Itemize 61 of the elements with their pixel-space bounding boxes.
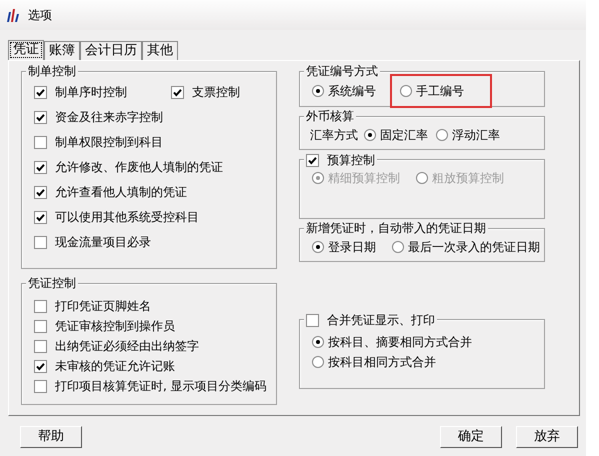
checkbox-option[interactable]: 出纳凭证必须经由出纳签字	[32, 337, 201, 355]
tab[interactable]: 账簿	[44, 41, 80, 60]
checkbox-option[interactable]: 预算控制	[304, 151, 377, 169]
radio-option[interactable]: 浮动汇率	[434, 126, 502, 144]
checkbox-option[interactable]: 支票控制	[169, 83, 242, 101]
radio-option[interactable]: 最后一次录入的凭证日期	[390, 238, 542, 256]
checkbox-option[interactable]: 凭证审核控制到操作员	[32, 317, 177, 335]
group-title: 新增凭证时，自动带入的凭证日期	[304, 220, 488, 236]
checkbox[interactable]	[306, 314, 319, 326]
checkbox[interactable]	[34, 236, 47, 248]
radio-button[interactable]	[364, 129, 376, 141]
dialog-button[interactable]: 帮助	[20, 426, 82, 448]
tab[interactable]: 会计日历	[80, 41, 142, 60]
checkbox-option[interactable]: 资金及往来赤字控制	[32, 108, 165, 126]
checkbox[interactable]	[34, 110, 47, 124]
checkbox[interactable]	[34, 86, 47, 98]
checkbox-option[interactable]: 允许查看他人填制的凭证	[32, 183, 189, 201]
checkbox[interactable]	[171, 86, 184, 98]
dialog-button[interactable]: 确定	[440, 426, 502, 448]
checkbox[interactable]	[34, 300, 47, 312]
checkbox[interactable]	[34, 340, 47, 352]
checkbox-option[interactable]: 制单序时控制	[32, 83, 129, 101]
tab[interactable]: 其他	[142, 41, 178, 60]
checkbox-option[interactable]: 打印项目核算凭证时, 显示项目分类编码	[32, 377, 269, 395]
radio-option[interactable]: 系统编号	[310, 82, 378, 100]
checkbox[interactable]	[34, 186, 47, 198]
radio-button[interactable]	[436, 129, 448, 141]
radio-button[interactable]	[312, 336, 324, 348]
radio-option[interactable]: 手工编号	[390, 74, 492, 108]
checkbox-option[interactable]: 打印凭证页脚姓名	[32, 297, 153, 315]
radio-option[interactable]: 按科目、摘要相同方式合并	[310, 333, 474, 351]
checkbox-option[interactable]: 可以使用其他系统受控科目	[32, 208, 201, 226]
window-title: 选项	[28, 7, 52, 24]
group-title: 外币核算	[304, 108, 356, 124]
app-logo-icon	[6, 7, 20, 23]
radio-option[interactable]: 登录日期	[310, 238, 378, 256]
checkbox[interactable]	[34, 320, 47, 332]
checkbox[interactable]	[34, 210, 47, 224]
checkbox[interactable]	[34, 360, 47, 372]
group-title: 凭证编号方式	[304, 63, 380, 79]
checkbox[interactable]	[34, 136, 47, 148]
checkbox-option[interactable]: 现金流量项目必录	[32, 233, 153, 251]
radio-button[interactable]	[312, 85, 324, 97]
field-label: 汇率方式	[310, 127, 358, 144]
group-title: 制单控制	[26, 63, 78, 79]
checkbox[interactable]	[34, 160, 47, 174]
checkbox[interactable]	[306, 154, 319, 166]
checkbox-option[interactable]: 制单权限控制到科目	[32, 133, 165, 151]
radio-button[interactable]	[400, 85, 412, 97]
radio-button[interactable]	[312, 241, 324, 253]
checkbox-option[interactable]: 合并凭证显示、打印	[304, 311, 437, 329]
checkbox[interactable]	[34, 380, 47, 392]
group-title: 凭证控制	[26, 275, 78, 291]
dialog-button[interactable]: 放弃	[516, 426, 578, 448]
radio-option[interactable]: 固定汇率	[362, 126, 430, 144]
radio-button[interactable]	[312, 356, 324, 368]
checkbox-option[interactable]: 未审核的凭证允许记账	[32, 357, 177, 375]
radio-button[interactable]	[392, 241, 404, 253]
radio-option[interactable]: 按科目相同方式合并	[310, 353, 438, 371]
tab[interactable]: 凭证	[8, 40, 44, 60]
checkbox-option[interactable]: 允许修改、作废他人填制的凭证	[32, 158, 225, 176]
